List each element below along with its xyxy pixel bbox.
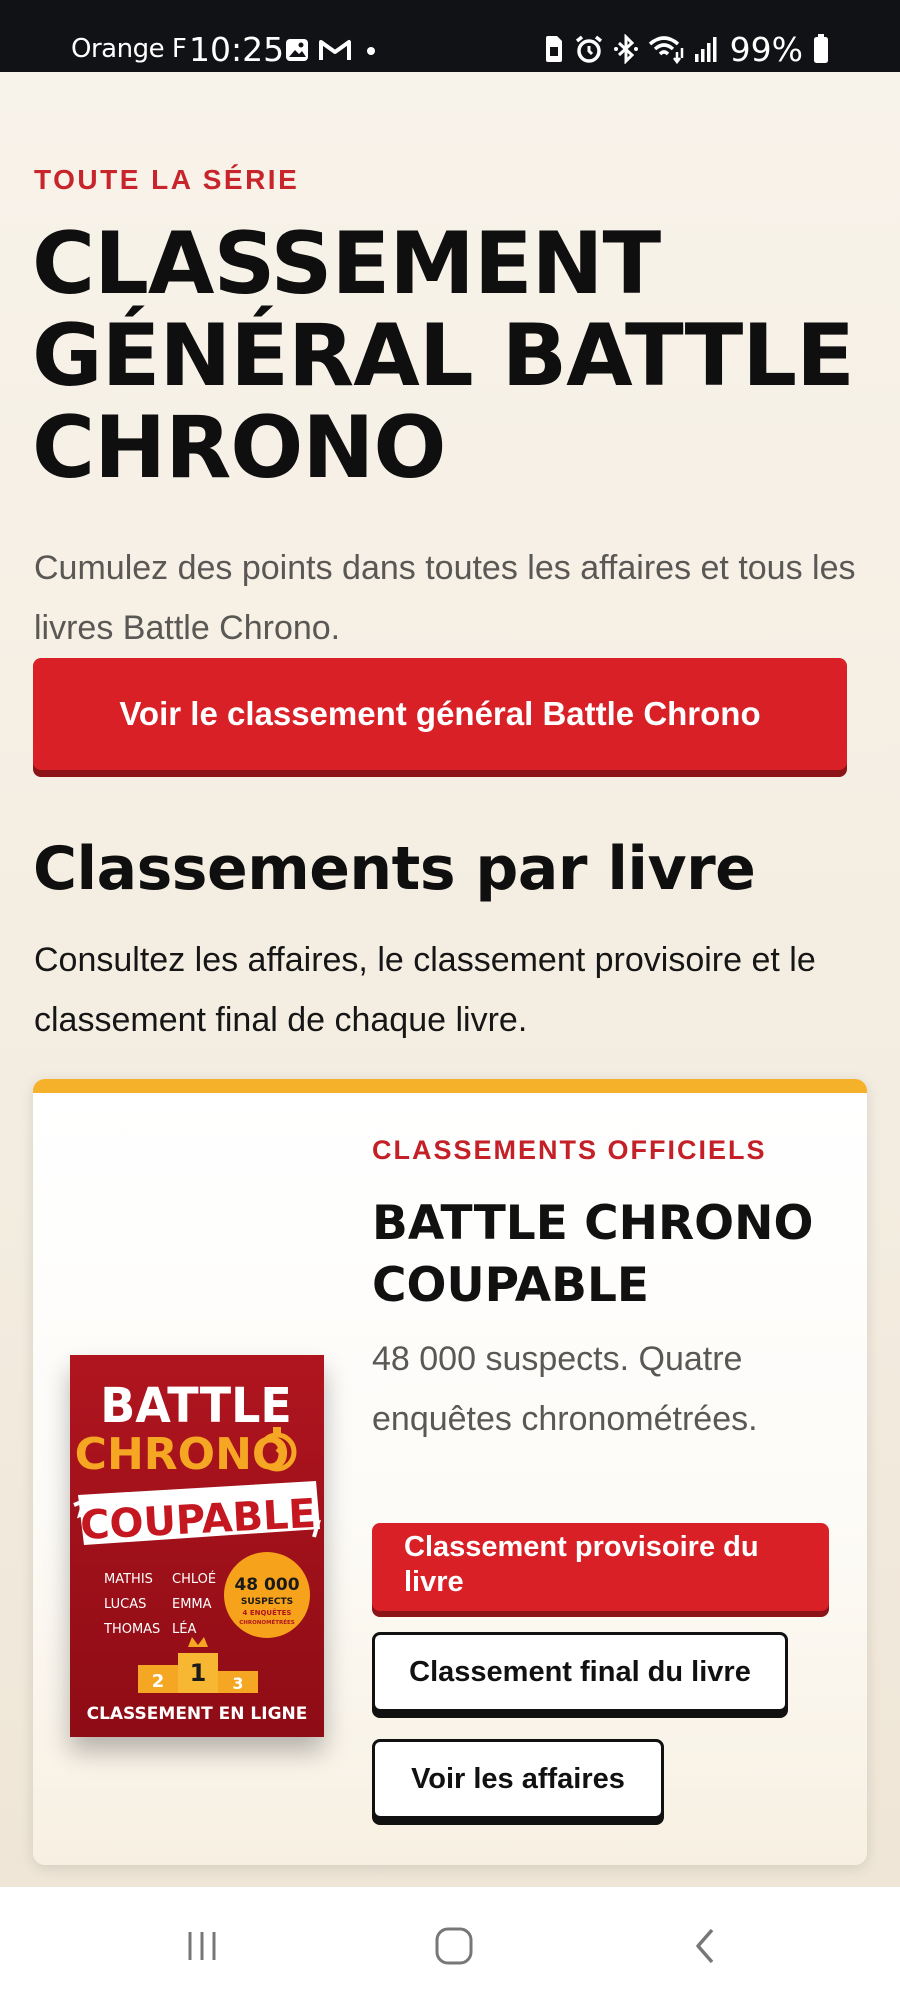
- final-ranking-button[interactable]: Classement final du livre: [372, 1632, 788, 1712]
- battery-level: 99%: [729, 29, 803, 69]
- cover-title-line1: BATTLE: [100, 1378, 292, 1434]
- cover-name: CHLOÉ: [172, 1571, 216, 1587]
- card-title: BATTLE CHRONO COUPABLE: [372, 1196, 814, 1313]
- cover-title-line2: CHRONO: [75, 1429, 290, 1480]
- carrier-name: Orange F: [71, 34, 187, 64]
- cover-badge-line1: SUSPECTS: [241, 1597, 293, 1607]
- hero-eyebrow: TOUTE LA SÉRIE: [34, 164, 300, 195]
- cover-footer: CLASSEMENT EN LIGNE: [87, 1704, 308, 1724]
- cover-name: THOMAS: [103, 1622, 160, 1637]
- book-card: BATTLE CHRONO COUPABLE MATHIS LUCAS THOM…: [33, 1079, 867, 1865]
- clock: 10:25: [189, 30, 285, 69]
- card-eyebrow: CLASSEMENTS OFFICIELS: [372, 1135, 767, 1165]
- hero-subtitle: Cumulez des points dans toutes les affai…: [34, 549, 856, 647]
- dot-icon: [367, 47, 375, 55]
- cover-name: MATHIS: [104, 1572, 153, 1587]
- recent-apps-icon[interactable]: [172, 1921, 232, 1971]
- cover-badge-line2: 4 ENQUÊTES: [243, 1608, 292, 1617]
- home-icon[interactable]: [424, 1921, 484, 1971]
- system-icons: 99%: [543, 29, 830, 69]
- wifi-icon: [648, 36, 683, 64]
- provisional-ranking-button[interactable]: Classement provisoire du livre: [372, 1523, 829, 1611]
- sim-icon: [545, 36, 562, 62]
- book-cover-art: BATTLE CHRONO COUPABLE MATHIS LUCAS THOM…: [70, 1355, 324, 1737]
- cover-name: LUCAS: [104, 1597, 146, 1612]
- signal-icon: [694, 37, 717, 62]
- cover-badge-number: 48 000: [234, 1575, 299, 1595]
- battery-icon: [814, 34, 828, 63]
- status-bar: Orange F 10:25 99%: [0, 0, 900, 72]
- cover-name: LÉA: [172, 1621, 196, 1637]
- section-title: Classements par livre: [33, 834, 756, 904]
- card-description: 48 000 suspects. Quatre enquêtes chronom…: [372, 1340, 758, 1438]
- general-ranking-button[interactable]: Voir le classement général Battle Chrono: [33, 658, 847, 770]
- cover-name: EMMA: [172, 1597, 212, 1612]
- bluetooth-icon: [613, 34, 638, 64]
- section-description: Consultez les affaires, le classement pr…: [34, 941, 816, 1039]
- page-content: TOUTE LA SÉRIE CLASSEMENT GÉNÉRAL BATTLE…: [0, 72, 900, 1887]
- gmail-icon: [319, 40, 351, 60]
- alarm-icon: [575, 35, 602, 63]
- book-cover-image: BATTLE CHRONO COUPABLE MATHIS LUCAS THOM…: [70, 1355, 324, 1737]
- view-cases-button[interactable]: Voir les affaires: [372, 1739, 664, 1819]
- page-title: CLASSEMENT GÉNÉRAL BATTLE CHRONO: [32, 214, 855, 498]
- system-nav-bar: [0, 1887, 900, 2000]
- notification-icons: [284, 34, 382, 66]
- podium-place: 2: [152, 1671, 165, 1692]
- cover-badge-line3: CHRONOMÉTRÉES: [239, 1618, 295, 1626]
- back-icon[interactable]: [676, 1921, 736, 1971]
- podium-place: 1: [190, 1659, 207, 1687]
- image-icon: [286, 39, 308, 61]
- podium-place: 3: [232, 1674, 243, 1693]
